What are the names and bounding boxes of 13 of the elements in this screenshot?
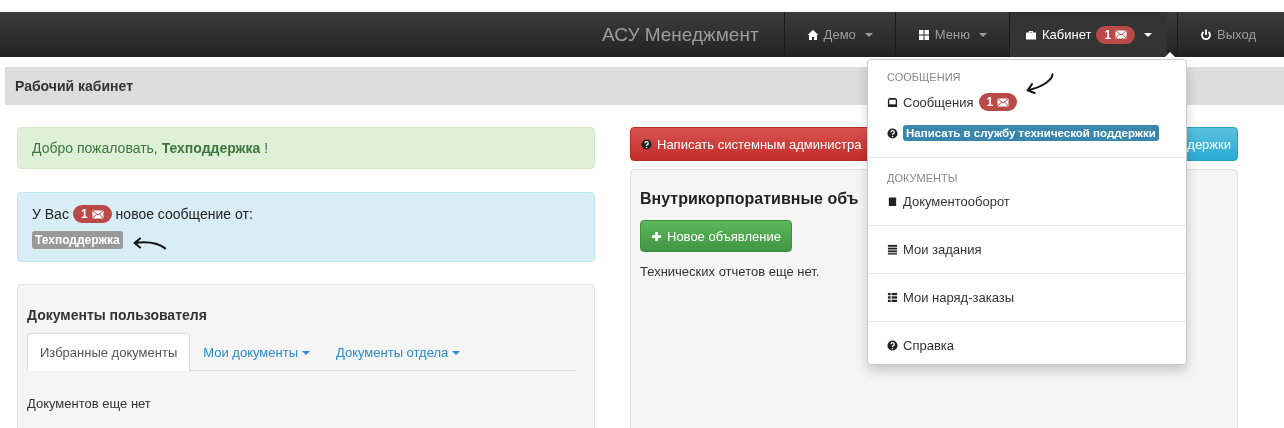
empty-message: Документов еще нет: [27, 396, 152, 411]
panel-title: Внутрикорпоративные объ: [640, 190, 859, 208]
empty-message: Технических отчетов еще нет.: [640, 264, 821, 279]
page-title: Рабочий кабинет: [15, 78, 133, 94]
panel-title: Документы пользователя: [27, 307, 208, 323]
notice-text: У Вас: [32, 206, 69, 222]
menu-header: ДОКУМЕНТЫ: [887, 172, 958, 184]
message-count-badge: 1: [72, 205, 112, 223]
notice-text: новое сообщение от:: [115, 206, 253, 222]
message-count-badge: 1: [978, 93, 1018, 111]
menu-header: СООБЩЕНИЯ: [887, 71, 961, 83]
welcome-text: Добро пожаловать, Техподдержка !: [32, 140, 269, 156]
message-count-badge: 1: [1096, 25, 1136, 44]
